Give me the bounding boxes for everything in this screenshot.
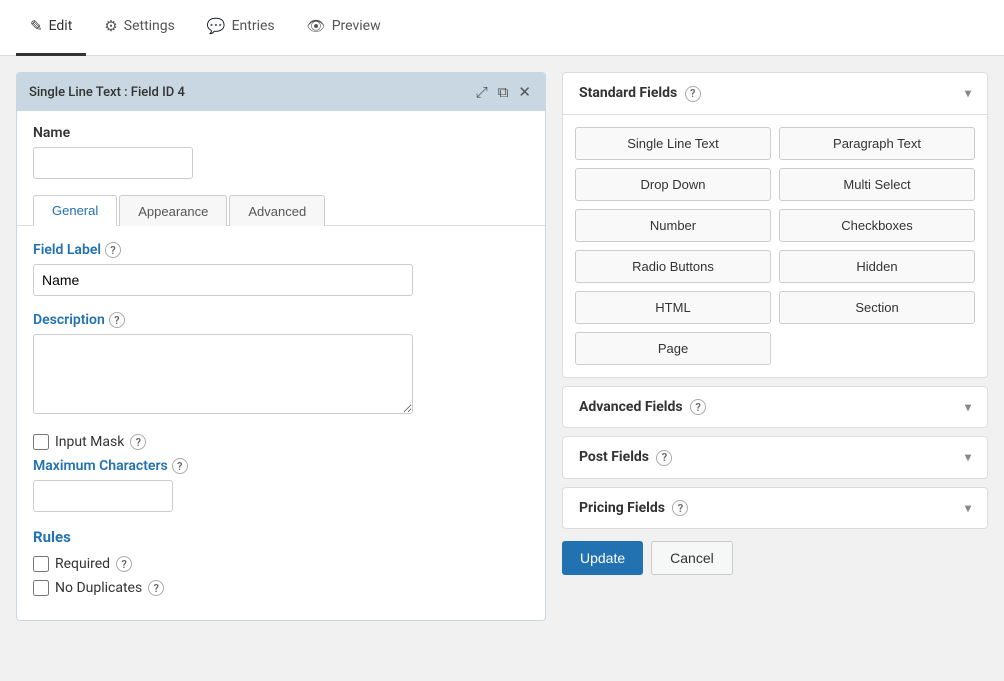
main-layout: Single Line Text : Field ID 4 ⤢ ⧉ ✕ Name… <box>0 56 1004 637</box>
required-help-icon: ? <box>116 556 132 572</box>
field-btn-multi-select[interactable]: Multi Select <box>779 168 975 201</box>
field-label-group: Field Label ? <box>33 242 529 296</box>
duplicate-icon-button[interactable]: ⧉ <box>496 82 511 103</box>
edit-icon: ✎ <box>30 17 43 35</box>
input-mask-help-icon: ? <box>130 434 146 450</box>
field-btn-section[interactable]: Section <box>779 291 975 324</box>
field-label-input[interactable] <box>33 264 413 296</box>
pricing-fields-help-icon: ? <box>672 500 688 516</box>
advanced-fields-header[interactable]: Advanced Fields ? ▾ <box>563 387 987 428</box>
field-btn-single-line-text[interactable]: Single Line Text <box>575 127 771 160</box>
nav-tab-edit-label: Edit <box>49 18 73 34</box>
top-navigation: ✎ Edit ⚙ Settings 💬 Entries 👁 Preview <box>0 0 1004 56</box>
field-editor-card: Single Line Text : Field ID 4 ⤢ ⧉ ✕ Name… <box>16 72 546 621</box>
field-label-label: Field Label ? <box>33 242 529 258</box>
field-btn-drop-down[interactable]: Drop Down <box>575 168 771 201</box>
no-duplicates-label: No Duplicates <box>55 580 142 596</box>
standard-fields-title: Standard Fields ? <box>579 85 701 102</box>
field-editor-title: Single Line Text : Field ID 4 <box>29 85 185 100</box>
description-group: Description ? <box>33 312 529 418</box>
standard-fields-help-icon: ? <box>685 86 701 102</box>
pricing-fields-title: Pricing Fields ? <box>579 500 688 517</box>
name-label: Name <box>33 125 529 141</box>
no-duplicates-help-icon: ? <box>148 580 164 596</box>
field-editor-header: Single Line Text : Field ID 4 ⤢ ⧉ ✕ <box>17 73 545 111</box>
tab-general[interactable]: General <box>33 195 117 226</box>
nav-tab-entries-label: Entries <box>232 18 275 34</box>
action-buttons: Update Cancel <box>562 541 988 575</box>
field-btn-html[interactable]: HTML <box>575 291 771 324</box>
max-chars-group: Maximum Characters ? <box>33 458 529 512</box>
input-mask-row: Input Mask ? <box>33 434 529 450</box>
post-fields-header[interactable]: Post Fields ? ▾ <box>563 437 987 478</box>
advanced-fields-chevron-icon: ▾ <box>965 400 971 414</box>
field-tabs-row: General Appearance Advanced <box>17 195 545 226</box>
post-fields-title: Post Fields ? <box>579 449 672 466</box>
input-mask-label: Input Mask <box>55 434 124 450</box>
input-mask-checkbox[interactable] <box>33 434 49 450</box>
nav-tab-edit[interactable]: ✎ Edit <box>16 0 86 56</box>
required-checkbox[interactable] <box>33 556 49 572</box>
rules-section: Rules Required ? No Duplicates ? <box>33 528 529 596</box>
max-chars-help-icon: ? <box>172 458 188 474</box>
no-duplicates-row: No Duplicates ? <box>33 580 529 596</box>
advanced-fields-container: Advanced Fields ? ▾ <box>562 386 988 429</box>
page-wrapper: ✎ Edit ⚙ Settings 💬 Entries 👁 Preview Si… <box>0 0 1004 681</box>
update-button[interactable]: Update <box>562 541 643 575</box>
nav-tab-settings-label: Settings <box>124 18 175 34</box>
standard-fields-chevron-icon: ▾ <box>965 86 971 100</box>
field-btn-radio-buttons[interactable]: Radio Buttons <box>575 250 771 283</box>
max-chars-label: Maximum Characters ? <box>33 458 529 474</box>
no-duplicates-checkbox[interactable] <box>33 580 49 596</box>
field-btn-paragraph-text[interactable]: Paragraph Text <box>779 127 975 160</box>
nav-tab-preview[interactable]: 👁 Preview <box>293 0 395 56</box>
nav-tab-entries[interactable]: 💬 Entries <box>193 0 289 56</box>
advanced-fields-title: Advanced Fields ? <box>579 399 706 416</box>
entries-icon: 💬 <box>207 17 226 35</box>
post-fields-container: Post Fields ? ▾ <box>562 436 988 479</box>
cancel-button[interactable]: Cancel <box>651 541 733 575</box>
field-btn-hidden[interactable]: Hidden <box>779 250 975 283</box>
nav-tab-preview-label: Preview <box>332 18 381 34</box>
field-btn-checkboxes[interactable]: Checkboxes <box>779 209 975 242</box>
description-textarea[interactable] <box>33 334 413 414</box>
settings-icon: ⚙ <box>104 17 117 35</box>
field-label-help-icon: ? <box>105 242 121 258</box>
name-section: Name <box>17 111 545 185</box>
pricing-fields-container: Pricing Fields ? ▾ <box>562 487 988 530</box>
left-panel: Single Line Text : Field ID 4 ⤢ ⧉ ✕ Name… <box>16 72 546 621</box>
tab-advanced[interactable]: Advanced <box>229 195 325 226</box>
required-row: Required ? <box>33 556 529 572</box>
standard-fields-header: Standard Fields ? ▾ <box>563 73 987 115</box>
field-btn-number[interactable]: Number <box>575 209 771 242</box>
post-fields-chevron-icon: ▾ <box>965 450 971 464</box>
advanced-fields-help-icon: ? <box>690 399 706 415</box>
max-chars-input[interactable] <box>33 480 173 512</box>
name-input[interactable] <box>33 147 193 179</box>
nav-tab-settings[interactable]: ⚙ Settings <box>90 0 189 56</box>
pricing-fields-header[interactable]: Pricing Fields ? ▾ <box>563 488 987 529</box>
expand-icon-button[interactable]: ⤢ <box>474 82 490 103</box>
rules-label: Rules <box>33 528 529 546</box>
description-label: Description ? <box>33 312 529 328</box>
close-icon-button[interactable]: ✕ <box>516 81 533 103</box>
standard-fields-container: Standard Fields ? ▾ Single Line Text Par… <box>562 72 988 378</box>
right-panel: Standard Fields ? ▾ Single Line Text Par… <box>562 72 988 575</box>
field-editor-header-actions: ⤢ ⧉ ✕ <box>474 81 533 103</box>
pricing-fields-chevron-icon: ▾ <box>965 501 971 515</box>
required-label: Required <box>55 556 110 572</box>
post-fields-help-icon: ? <box>656 450 672 466</box>
preview-icon: 👁 <box>307 17 326 35</box>
tab-content-general: Field Label ? Description ? <box>17 226 545 620</box>
tab-appearance[interactable]: Appearance <box>119 195 227 226</box>
description-help-icon: ? <box>109 312 125 328</box>
field-btn-page[interactable]: Page <box>575 332 771 365</box>
standard-fields-grid: Single Line Text Paragraph Text Drop Dow… <box>563 115 987 377</box>
